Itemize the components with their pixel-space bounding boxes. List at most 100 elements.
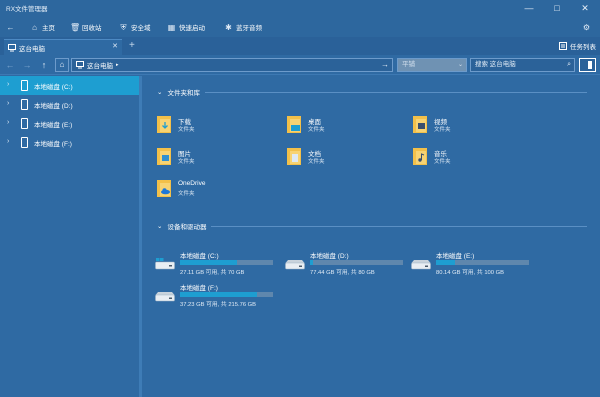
expand-chevron-icon[interactable]: › — [7, 138, 9, 145]
toolbar-recycle-bin-label: 回收站 — [82, 25, 102, 32]
drive-usage-fill — [180, 292, 258, 297]
folder-type: 文件夹 — [178, 127, 195, 133]
path-separator-icon[interactable]: ▸ — [116, 62, 119, 68]
folder-type: 文件夹 — [308, 127, 325, 133]
task-list-button[interactable]: 任务列表 — [559, 41, 596, 51]
collapse-chevron-icon[interactable]: ⌄ — [157, 222, 162, 230]
section-divider — [211, 225, 587, 227]
sidebar-item-label: 本地磁盘 (E:) — [34, 122, 73, 129]
drive-usage-bar — [180, 292, 273, 297]
sidebar-item-drive-f[interactable]: › 本地磁盘 (F:) — [0, 133, 139, 152]
view-mode-value: 平铺 — [402, 61, 415, 68]
nav-up-button[interactable]: ↑ — [38, 59, 50, 71]
app-title: RX文件管理器 — [6, 6, 48, 13]
toolbar-home-label: 主页 — [42, 25, 55, 32]
drive-usage-fill — [180, 260, 237, 265]
toolbar-bluetooth-audio-button[interactable]: ✱ 蓝牙音频 — [224, 20, 262, 34]
sidebar-item-drive-d[interactable]: › 本地磁盘 (D:) — [0, 95, 139, 114]
drive-icon — [411, 260, 431, 270]
expand-chevron-icon[interactable]: › — [7, 81, 9, 88]
close-button[interactable]: ✕ — [571, 0, 599, 16]
folder-pictures[interactable]: 图片 文件夹 — [157, 146, 277, 174]
toolbar: ← ⌂ 主页 🗑 回收站 ⛨ 安全域 ▦ 快速启动 ✱ 蓝牙音频 ⚙ — [0, 16, 600, 37]
drive-free-space: 37.23 GB 可用, 共 215.76 GB — [180, 302, 257, 308]
folder-type: 文件夹 — [178, 191, 195, 197]
main-content: ⌄ 文件夹和库 下载 文件夹 桌面 文件夹 视频 文件夹 图片 文件夹 文档 文… — [145, 76, 600, 397]
tab-bar: 这台电脑 ✕ + 任务列表 — [0, 37, 600, 55]
drive-c[interactable]: 本地磁盘 (C:) 27.11 GB 可用, 共 70 GB — [155, 250, 285, 280]
drive-d[interactable]: 本地磁盘 (D:) 77.44 GB 可用, 共 80 GB — [285, 250, 415, 280]
task-list-icon — [559, 42, 567, 50]
sidebar-item-label: 本地磁盘 (F:) — [34, 141, 72, 148]
folder-documents[interactable]: 文档 文件夹 — [287, 146, 407, 174]
task-list-label: 任务列表 — [570, 44, 596, 51]
folder-type: 文件夹 — [308, 159, 325, 165]
address-home-button[interactable]: ⌂ — [55, 58, 69, 72]
section-divider — [204, 91, 587, 93]
sidebar: › 本地磁盘 (C:) › 本地磁盘 (D:) › 本地磁盘 (E:) › 本地… — [0, 76, 142, 397]
drives-section-header[interactable]: ⌄ 设备和驱动器 — [157, 221, 587, 231]
nav-back-button[interactable]: ← — [4, 59, 16, 71]
toolbar-quick-launch-label: 快速启动 — [179, 25, 205, 32]
drive-usage-bar — [180, 260, 273, 265]
search-icon: ⌕ — [567, 61, 571, 68]
computer-icon — [76, 61, 84, 69]
minimize-button[interactable]: — — [515, 0, 543, 16]
drive-name: 本地磁盘 (E:) — [436, 253, 475, 260]
path-box[interactable]: 这台电脑 ▸ → — [71, 58, 393, 72]
folder-type: 文件夹 — [434, 159, 451, 165]
search-input[interactable]: 搜索 这台电脑 ⌕ — [470, 58, 575, 72]
expand-chevron-icon[interactable]: › — [7, 100, 9, 107]
collapse-chevron-icon[interactable]: ⌄ — [157, 88, 162, 96]
drive-free-space: 80.14 GB 可用, 共 100 GB — [436, 270, 504, 276]
folders-section-header[interactable]: ⌄ 文件夹和库 — [157, 87, 587, 97]
tab-this-pc[interactable]: 这台电脑 ✕ — [4, 39, 122, 55]
sidebar-item-drive-c[interactable]: › 本地磁盘 (C:) — [0, 76, 139, 95]
drive-icon — [21, 118, 28, 129]
tab-label: 这台电脑 — [19, 45, 45, 53]
back-button[interactable]: ← — [6, 20, 15, 34]
folder-music[interactable]: 音乐 文件夹 — [413, 146, 533, 174]
folder-onedrive[interactable]: OneDrive 文件夹 — [157, 178, 277, 206]
settings-button[interactable]: ⚙ — [582, 20, 591, 34]
documents-folder-icon — [287, 148, 301, 165]
toggle-preview-pane-button[interactable] — [579, 58, 596, 72]
nav-forward-button[interactable]: → — [21, 59, 33, 71]
drive-usage-fill — [310, 260, 313, 265]
gear-icon: ⚙ — [582, 22, 591, 32]
drive-usage-bar — [436, 260, 529, 265]
title-bar: RX文件管理器 — □ ✕ — [0, 0, 600, 16]
sidebar-item-label: 本地磁盘 (C:) — [34, 84, 73, 91]
music-folder-icon — [413, 148, 427, 165]
toolbar-secure-domain-button[interactable]: ⛨ 安全域 — [119, 20, 151, 34]
folder-desktop[interactable]: 桌面 文件夹 — [287, 114, 407, 142]
bluetooth-icon: ✱ — [225, 22, 232, 32]
view-mode-select[interactable]: 平铺 ⌄ — [397, 58, 467, 72]
path-segment[interactable]: 这台电脑 — [87, 60, 113, 70]
drive-usage-fill — [436, 260, 455, 265]
tab-close-icon[interactable]: ✕ — [112, 42, 118, 50]
toolbar-recycle-bin-button[interactable]: 🗑 回收站 — [70, 20, 102, 34]
shield-icon: ⛨ — [120, 22, 127, 32]
section-title: 设备和驱动器 — [167, 224, 207, 231]
section-title: 文件夹和库 — [167, 90, 200, 97]
new-tab-button[interactable]: + — [129, 40, 135, 51]
drive-e[interactable]: 本地磁盘 (E:) 80.14 GB 可用, 共 100 GB — [411, 250, 541, 280]
maximize-button[interactable]: □ — [543, 0, 571, 16]
drive-name: 本地磁盘 (C:) — [180, 253, 219, 260]
drive-icon — [285, 260, 305, 270]
search-placeholder: 搜索 这台电脑 — [475, 61, 516, 68]
toolbar-home-button[interactable]: ⌂ 主页 — [30, 20, 55, 34]
folder-downloads[interactable]: 下载 文件夹 — [157, 114, 277, 142]
folder-videos[interactable]: 视频 文件夹 — [413, 114, 533, 142]
go-arrow-icon[interactable]: → — [381, 60, 389, 69]
expand-chevron-icon[interactable]: › — [7, 119, 9, 126]
sidebar-item-drive-e[interactable]: › 本地磁盘 (E:) — [0, 114, 139, 133]
drive-name: 本地磁盘 (D:) — [310, 253, 349, 260]
drive-f[interactable]: 本地磁盘 (F:) 37.23 GB 可用, 共 215.76 GB — [155, 282, 285, 312]
download-folder-icon — [157, 116, 171, 133]
toolbar-quick-launch-button[interactable]: ▦ 快速启动 — [167, 20, 205, 34]
drive-name: 本地磁盘 (F:) — [180, 285, 218, 292]
folder-type: 文件夹 — [178, 159, 195, 165]
pictures-folder-icon — [157, 148, 171, 165]
